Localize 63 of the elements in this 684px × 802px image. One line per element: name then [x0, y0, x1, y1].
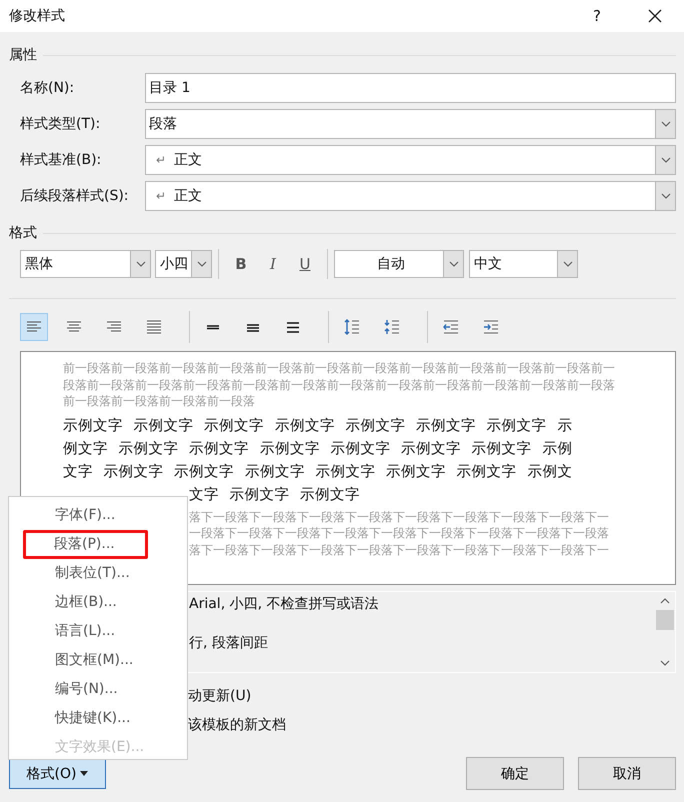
- menu-item[interactable]: 快捷键(K)...: [13, 704, 183, 733]
- dropdown-field[interactable]: ↵ 正文: [145, 181, 676, 211]
- section-heading: 属性: [9, 46, 37, 64]
- space-after-icon: [383, 318, 401, 336]
- menu-item[interactable]: 字体(F)...: [13, 501, 183, 530]
- preview-text: 落下一段落下一段落下一段落下一段落下一段落下一段落下一段落下一段落下一: [189, 542, 609, 556]
- chevron-down-icon[interactable]: [136, 261, 146, 267]
- single-spacing-icon: [206, 324, 220, 330]
- dropdown-field[interactable]: ↵ 正文: [145, 145, 676, 175]
- help-button[interactable]: ?: [593, 7, 601, 25]
- chevron-down-icon[interactable]: [196, 261, 206, 267]
- align-left-button[interactable]: [20, 313, 48, 341]
- sample-text: 示例文字 示例文字 示例文字 示例文字 示例文字 示例文字 示例文字 示: [63, 418, 572, 434]
- window-title: 修改样式: [9, 7, 66, 25]
- chevron-down-icon[interactable]: [660, 157, 670, 163]
- chevron-down-icon[interactable]: [562, 261, 572, 267]
- preview-text: 段落前一段落前一段落前一段落前一段落前一段落前一段落前一段落前一段落前一段落前一段落前一段落: [63, 376, 616, 393]
- description-text: Arial, 小四, 不检查拼写或语法: [189, 596, 378, 612]
- menu-item[interactable]: 段落(P)...: [23, 530, 148, 559]
- format-button[interactable]: 格式(O): [9, 758, 106, 789]
- ok-button[interactable]: 确定: [466, 757, 564, 790]
- chevron-up-icon[interactable]: [660, 598, 670, 604]
- sample-text: 文字 示例文字 示例文字: [189, 486, 360, 502]
- underline-button[interactable]: U: [291, 250, 319, 278]
- field-label: 样式基准(B):: [19, 151, 102, 169]
- bold-button[interactable]: B: [227, 250, 255, 278]
- close-icon[interactable]: [648, 9, 662, 23]
- preview-text: 一段落下一段落下一段落下一段落下一段落下一段落下一段落下一段落下一段落: [189, 526, 609, 540]
- preview-text: 前一段落前一段落前一段落前一段落前一段落前一段落前一段落前一段落前一段落前一段落前一段落前一: [63, 360, 616, 376]
- preview-text: 落下一段落下一段落下一段落下一段落下一段落下一段落下一段落下一段落下一: [189, 510, 609, 524]
- sample-text: 例文字 示例文字 示例文字 示例文字 示例文字 示例文字 示例文字 示例: [63, 440, 572, 456]
- chevron-down-icon[interactable]: [448, 261, 458, 267]
- cancel-button[interactable]: 取消: [578, 757, 676, 790]
- section-heading: 格式: [9, 224, 37, 242]
- option-label: 动更新(U): [188, 688, 252, 704]
- option-label: 该模板的新文档: [188, 717, 286, 733]
- name-field[interactable]: 目录 1: [145, 73, 676, 103]
- menu-item[interactable]: 语言(L)...: [13, 617, 183, 646]
- italic-button[interactable]: I: [259, 250, 287, 278]
- indent-icon: [482, 318, 500, 336]
- field-label: 后续段落样式(S):: [19, 187, 130, 205]
- sample-text: 文字 示例文字 示例文字 示例文字 示例文字 示例文字 示例文字 示例文: [63, 464, 572, 480]
- menu-item[interactable]: 制表位(T)...: [13, 559, 183, 588]
- chevron-down-icon[interactable]: [660, 193, 670, 199]
- menu-item[interactable]: 边框(B)...: [13, 588, 183, 617]
- description-text: 行, 段落间距: [189, 635, 268, 651]
- field-label: 名称(N):: [19, 79, 76, 97]
- chevron-down-icon[interactable]: [660, 660, 670, 666]
- field-label: 样式类型(T):: [19, 115, 102, 133]
- size-dropdown[interactable]: 小四: [155, 250, 212, 278]
- dropdown-field[interactable]: 段落: [145, 109, 676, 139]
- font-dropdown[interactable]: 黑体: [20, 250, 151, 278]
- color-dropdown[interactable]: 自动: [334, 250, 464, 278]
- language-dropdown[interactable]: 中文: [469, 250, 578, 278]
- space-before-icon: [343, 318, 361, 336]
- menu-item[interactable]: 图文框(M)...: [13, 646, 183, 675]
- scrollbar-thumb[interactable]: [656, 610, 674, 630]
- caret-icon: [80, 771, 88, 776]
- menu-item[interactable]: 编号(N)...: [13, 675, 183, 704]
- chevron-down-icon[interactable]: [660, 121, 670, 127]
- justify-icon: [145, 318, 163, 336]
- preview-text: 前一段落前一段落前一段落前一段落: [63, 393, 256, 410]
- outdent-icon: [442, 318, 460, 336]
